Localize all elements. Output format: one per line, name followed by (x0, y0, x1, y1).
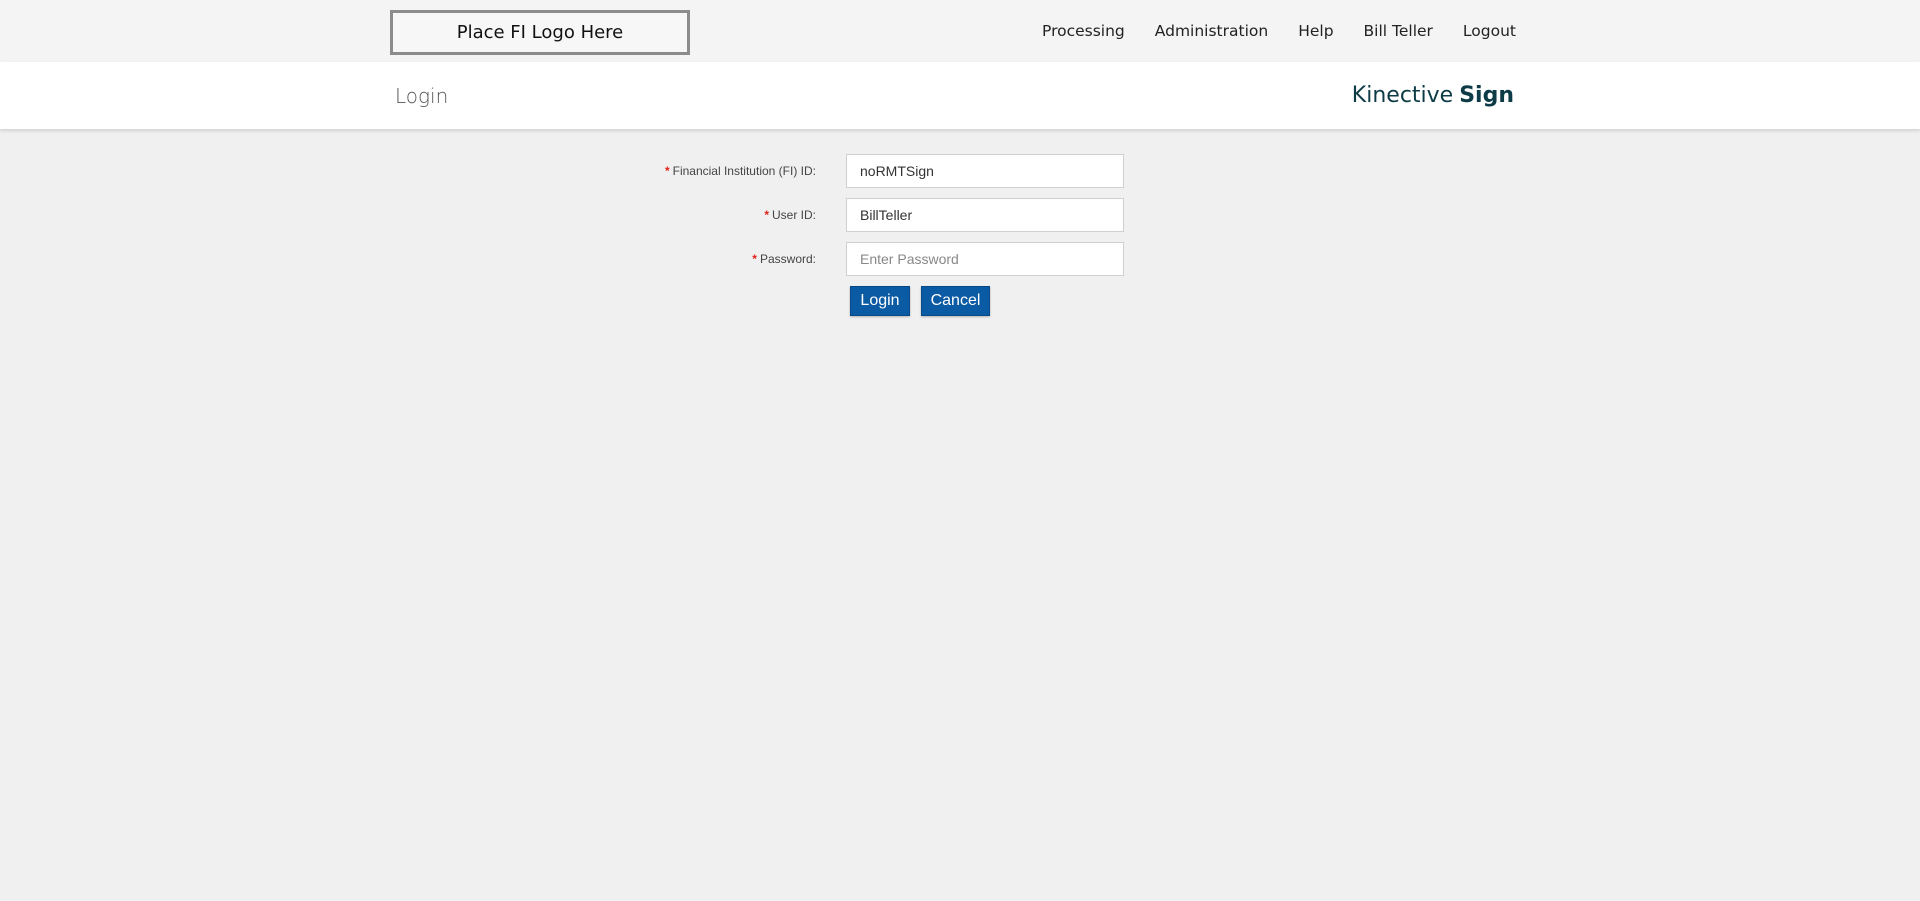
required-marker: * (752, 252, 757, 266)
fi-id-row: * Financial Institution (FI) ID: (0, 154, 1920, 188)
required-marker: * (664, 164, 670, 178)
password-input[interactable] (846, 242, 1124, 276)
password-row: * Password: (0, 242, 1920, 276)
fi-id-label: * Financial Institution (FI) ID: (664, 164, 816, 178)
user-id-label: * User ID: (764, 208, 816, 222)
brand-suffix: Sign (1459, 83, 1514, 108)
nav-administration[interactable]: Administration (1155, 22, 1268, 40)
main-nav: Processing Administration Help Bill Tell… (1042, 0, 1516, 62)
nav-user-name[interactable]: Bill Teller (1364, 22, 1433, 40)
fi-id-input[interactable] (846, 154, 1124, 188)
page-title: Login (395, 83, 449, 108)
title-band: Login Kinective Sign (0, 62, 1920, 129)
password-label: * Password: (752, 252, 816, 266)
required-marker: * (764, 208, 769, 222)
nav-processing[interactable]: Processing (1042, 22, 1125, 40)
top-nav-bar: Place FI Logo Here Processing Administra… (0, 0, 1920, 62)
user-id-row: * User ID: (0, 198, 1920, 232)
logo-placeholder-text: Place FI Logo Here (456, 22, 624, 43)
fi-logo-placeholder: Place FI Logo Here (390, 10, 690, 55)
brand-prefix: Kinective (1351, 83, 1454, 108)
nav-logout[interactable]: Logout (1463, 22, 1516, 40)
brand-logo: Kinective Sign (1352, 62, 1514, 129)
login-button[interactable]: Login (850, 286, 910, 316)
user-id-input[interactable] (846, 198, 1124, 232)
nav-help[interactable]: Help (1298, 22, 1333, 40)
cancel-button[interactable]: Cancel (921, 286, 990, 316)
